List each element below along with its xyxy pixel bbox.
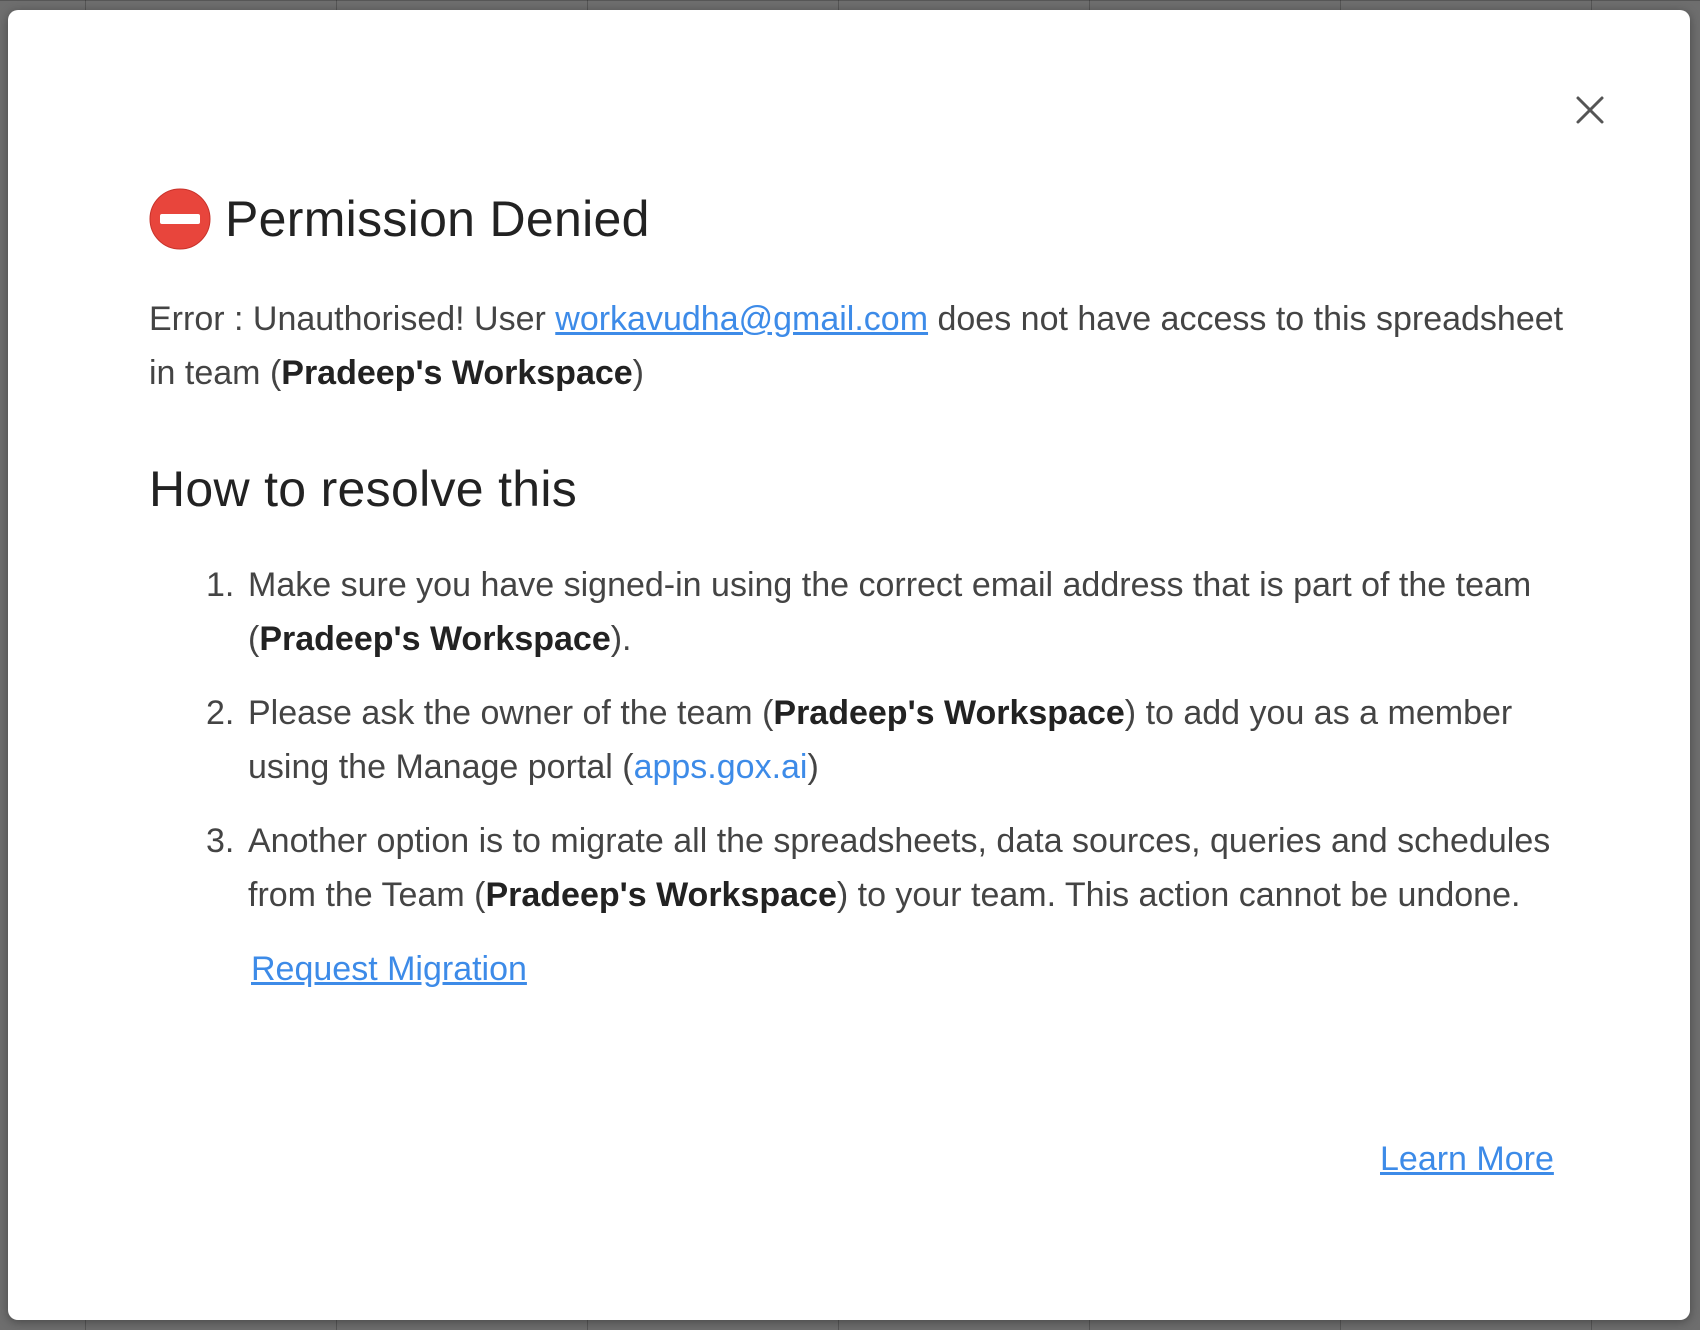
resolution-steps-list: 1. Make sure you have signed-in using the… [149, 558, 1569, 996]
list-item: 1. Make sure you have signed-in using the… [149, 558, 1569, 666]
request-migration-link[interactable]: Request Migration [251, 942, 527, 996]
team-name: Pradeep's Workspace [773, 694, 1125, 732]
close-button[interactable] [1568, 88, 1612, 132]
manage-portal-link[interactable]: apps.gox.ai [634, 748, 808, 786]
step-number: 1. [206, 566, 235, 604]
step-text: Please ask the owner of the team ( [248, 694, 774, 732]
close-icon [1576, 96, 1604, 124]
error-message: Error : Unauthorised! User workavudha@gm… [149, 292, 1569, 400]
resolve-heading: How to resolve this [149, 461, 578, 517]
error-suffix: ) [632, 354, 644, 392]
step-text: ) [807, 748, 819, 786]
step-number: 2. [206, 694, 235, 732]
user-email-link[interactable]: workavudha@gmail.com [555, 300, 928, 338]
team-name: Pradeep's Workspace [281, 354, 633, 392]
step-text: ) to your team. This action cannot be un… [836, 876, 1521, 914]
dialog-header: Permission Denied [149, 188, 650, 250]
team-name: Pradeep's Workspace [485, 876, 837, 914]
dialog-title: Permission Denied [225, 191, 650, 247]
list-item: 3. Another option is to migrate all the s… [149, 814, 1569, 922]
step-number: 3. [206, 822, 235, 860]
step-text: ). [610, 620, 632, 658]
list-item: 2. Please ask the owner of the team (Prad… [149, 686, 1569, 794]
no-entry-icon [149, 188, 211, 250]
learn-more-link[interactable]: Learn More [1380, 1132, 1554, 1186]
error-prefix: Error : Unauthorised! User [149, 300, 556, 338]
team-name: Pradeep's Workspace [259, 620, 611, 658]
permission-denied-dialog: Permission Denied Error : Unauthorised! … [8, 10, 1690, 1320]
